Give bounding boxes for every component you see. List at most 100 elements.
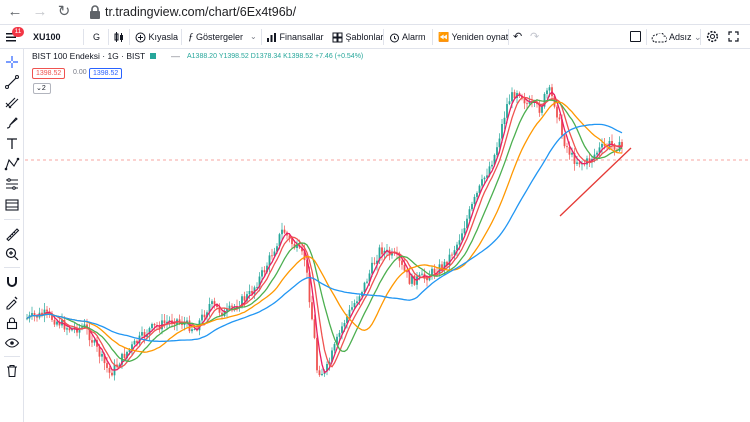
candle-body [503, 117, 506, 125]
candle-body [248, 290, 251, 295]
cloud-icon [651, 31, 668, 43]
layout-select-icon[interactable] [630, 31, 641, 42]
moving-average-line-2[interactable] [26, 96, 623, 369]
lock-icon[interactable] [4, 315, 20, 331]
candle-body [231, 305, 233, 307]
change-value: +7.46 (+0.54%) [315, 53, 364, 60]
financials-icon [267, 33, 276, 43]
moving-average-line-1[interactable] [26, 91, 623, 374]
moving-average-line-3[interactable] [26, 99, 623, 363]
layout-name: Adsız [669, 32, 692, 42]
forecast-icon[interactable] [4, 176, 20, 192]
candle-body [568, 147, 571, 155]
indicators-button[interactable]: ƒ Göstergeler [188, 25, 243, 49]
eye-icon[interactable] [4, 335, 20, 351]
measure-icon[interactable] [4, 197, 20, 213]
candle-body [211, 301, 213, 305]
candle-body [261, 270, 263, 277]
candle-body [313, 319, 316, 338]
candle-body [458, 240, 461, 245]
reload-icon[interactable]: ↻ [55, 3, 73, 21]
symbol-search[interactable]: XU100 [33, 25, 61, 49]
financials-button[interactable]: Finansallar [266, 25, 324, 49]
templates-icon [332, 32, 343, 43]
candle-body [353, 303, 356, 308]
ruler-icon[interactable] [4, 226, 20, 242]
pattern-icon[interactable] [4, 156, 20, 172]
trendline-icon[interactable] [4, 74, 20, 90]
lock-icon[interactable] [88, 4, 102, 20]
crosshair-icon[interactable] [4, 54, 20, 70]
candle-body [191, 329, 193, 332]
candle-body [283, 229, 286, 233]
notification-badge: 11 [12, 27, 24, 37]
url-field[interactable]: tr.tradingview.com/chart/6Ex4t96b/ [105, 5, 296, 19]
candle-body [228, 305, 231, 309]
candle-body [473, 196, 476, 204]
layout-name-button[interactable]: Adsız ⌄ [651, 25, 702, 49]
market-status-icon [150, 53, 157, 59]
moving-average-line-5[interactable] [26, 123, 623, 343]
redo-icon[interactable]: ↷ [530, 25, 539, 49]
candle-body [506, 104, 508, 118]
indicators-collapse-button[interactable]: ⌄2 [33, 83, 51, 94]
candle-body [481, 179, 483, 186]
moving-average-lines [26, 91, 623, 374]
candle-body [511, 92, 513, 102]
candle-body [263, 270, 266, 273]
alarm-clock-icon [390, 33, 399, 43]
candle-body [271, 255, 273, 257]
candle-body [558, 117, 561, 120]
text-icon[interactable] [4, 136, 20, 152]
magnet-icon[interactable] [4, 274, 20, 290]
candle-body [541, 106, 543, 113]
browser-bar: ← → ↻ tr.tradingview.com/chart/6Ex4t96b/ [0, 0, 750, 25]
back-arrow-icon[interactable]: ← [6, 3, 24, 21]
forward-arrow-icon[interactable]: → [31, 3, 49, 21]
candle-body [381, 247, 383, 255]
candle-body [401, 260, 403, 265]
candle-body [108, 367, 111, 373]
lock-drawing-icon[interactable] [4, 294, 20, 310]
ohlc-values: A1388.20 Y1398.52 D1378.34 K1398.52 +7.4… [187, 53, 363, 60]
candle-body [68, 328, 71, 331]
pitchfork-icon[interactable] [4, 94, 20, 110]
open-value: A1388.20 [187, 53, 217, 60]
moving-average-line-4[interactable] [26, 101, 623, 353]
candle-body [563, 135, 566, 147]
compare-button[interactable]: Kıyasla [135, 25, 178, 49]
candle-body [141, 332, 143, 336]
candle-body [333, 344, 336, 351]
undo-icon[interactable]: ↶ [513, 25, 522, 49]
candle-body [433, 268, 436, 274]
candle-body [163, 320, 166, 324]
indicators-label: Göstergeler [196, 32, 244, 42]
gear-icon[interactable] [706, 30, 719, 43]
price-chart[interactable] [25, 49, 750, 422]
replay-button[interactable]: ⏪ Yeniden oynat [438, 25, 508, 49]
interval-button[interactable]: G [93, 25, 100, 49]
candle-body [566, 146, 568, 148]
series-title[interactable]: BIST 100 Endeksi · 1G · BIST [32, 51, 145, 61]
brush-icon[interactable] [4, 115, 20, 131]
candle-body [341, 326, 343, 333]
templates-button[interactable]: Şablonlar [332, 25, 384, 49]
collapse-legend-icon[interactable]: — [171, 51, 180, 61]
alarm-button[interactable]: Alarm [389, 25, 426, 49]
trash-icon[interactable] [4, 363, 20, 379]
candle-body [46, 309, 48, 312]
chart-toolbar: 11 XU100 G Kıyasla ƒ Göstergeler ⌄ Finan… [0, 25, 750, 49]
candle-body [373, 262, 376, 264]
zoom-in-icon[interactable] [4, 246, 20, 262]
candle-body [571, 152, 573, 155]
chevron-down-icon[interactable]: ⌄ [250, 25, 257, 49]
bid-badge[interactable]: 1398.52 [32, 68, 66, 79]
candle-body [356, 301, 358, 304]
ask-badge[interactable]: 1398.52 [89, 68, 123, 79]
drawing-toolbar [0, 49, 24, 422]
candle-body [93, 340, 96, 343]
candle-body [451, 254, 453, 256]
candle-body [496, 147, 498, 155]
fullscreen-icon[interactable] [728, 31, 739, 42]
candle-body [151, 324, 153, 329]
